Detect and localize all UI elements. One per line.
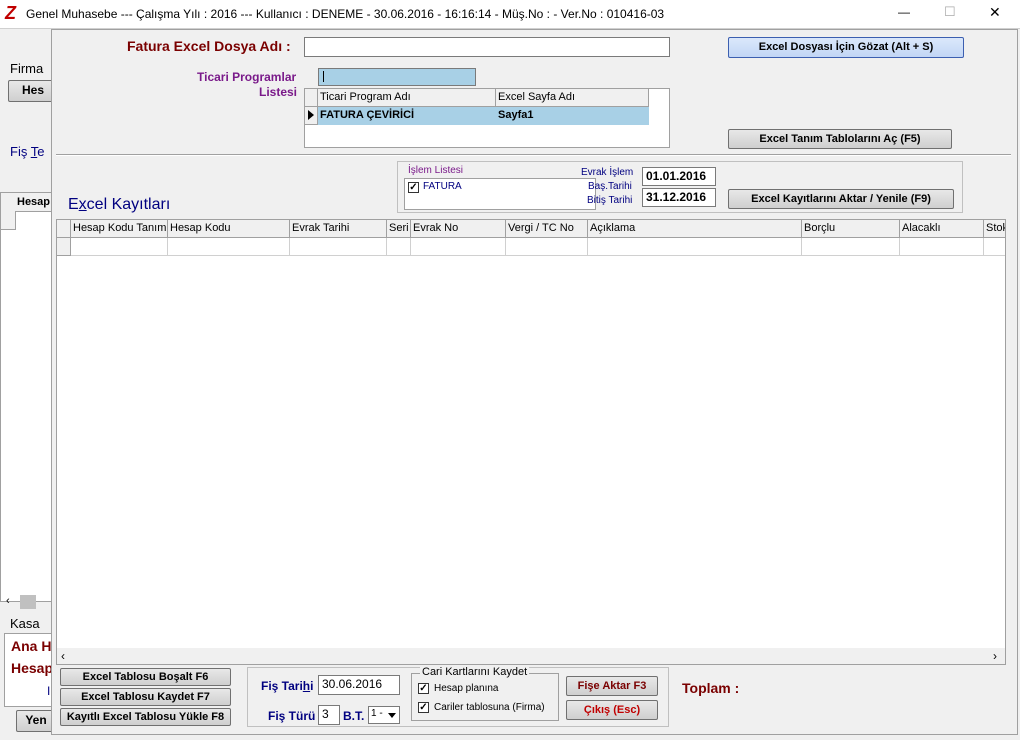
records-col-header[interactable]: Evrak Tarihi bbox=[290, 220, 387, 238]
kayitlar-title: Excel Kayıtları bbox=[68, 196, 171, 213]
yeni-button[interactable]: Yen bbox=[16, 710, 56, 732]
records-col-header[interactable]: Vergi / TC No bbox=[506, 220, 588, 238]
chevron-down-icon bbox=[388, 713, 396, 718]
hesap-col-header: Hesap bbox=[17, 196, 51, 208]
records-col-header[interactable]: Seri bbox=[387, 220, 411, 238]
programs-label-1: Ticari Programlar bbox=[197, 70, 297, 84]
bitis-label: Bitiş Tarihi bbox=[587, 195, 633, 206]
bas-tarihi-input[interactable]: 01.01.2016 bbox=[642, 167, 716, 186]
evrak-label-1: Evrak İşlem bbox=[581, 167, 634, 178]
table-row[interactable] bbox=[71, 238, 1005, 256]
minimize-icon[interactable]: — bbox=[898, 5, 910, 19]
sheet-name-cell: Sayfa1 bbox=[498, 109, 534, 121]
scroll-right-icon[interactable]: › bbox=[993, 649, 997, 663]
programs-col-header[interactable]: Excel Sayfa Adı bbox=[496, 89, 649, 107]
fatura-checkbox[interactable]: ✓ bbox=[408, 182, 419, 193]
islem-title: İşlem Listesi bbox=[408, 165, 464, 176]
row-pointer-icon bbox=[308, 110, 314, 120]
file-input[interactable] bbox=[304, 37, 670, 57]
islem-group: İşlem Listesi ✓ FATURA Evrak İşlem Baş.T… bbox=[397, 161, 963, 213]
file-label: Fatura Excel Dosya Adı : bbox=[127, 38, 291, 54]
fatura-label: FATURA bbox=[423, 181, 462, 192]
app-logo-icon: Z bbox=[5, 3, 16, 23]
program-name-cell: FATURA ÇEVİRİCİ bbox=[320, 109, 415, 121]
cikis-button[interactable]: Çıkış (Esc) bbox=[566, 700, 658, 720]
ana-label: Ana H bbox=[11, 638, 52, 654]
fis-label: Fiş Te bbox=[10, 144, 45, 159]
bt-select[interactable]: 1 - bbox=[368, 706, 400, 724]
scroll-left-icon[interactable]: ‹ bbox=[61, 649, 65, 663]
browse-button[interactable]: Excel Dosyası İçin Gözat (Alt + S) bbox=[728, 37, 964, 58]
scroll-thumb[interactable] bbox=[20, 595, 36, 609]
text-cursor-icon bbox=[323, 71, 324, 82]
records-col-header[interactable]: Hesap Kodu bbox=[168, 220, 290, 238]
fis-tarihi-input[interactable]: 30.06.2016 bbox=[318, 675, 400, 695]
records-col-header[interactable]: Borçlu bbox=[802, 220, 900, 238]
background-form: Firma Hes Fiş Te Hesap ‹ Kasa Ana H Hesa… bbox=[0, 29, 58, 740]
title-bar: Z Genel Muhasebe --- Çalışma Yılı : 2016… bbox=[0, 0, 1020, 29]
kaydet-button[interactable]: Excel Tablosu Kaydet F7 bbox=[60, 688, 231, 706]
horizontal-scrollbar[interactable]: ‹ › bbox=[57, 648, 1005, 664]
background-grid: Hesap bbox=[0, 192, 53, 602]
fis-turu-label: Fiş Türü bbox=[268, 709, 316, 723]
programs-label-2: Listesi bbox=[259, 85, 298, 99]
background-panel: Ana H Hesap I bbox=[4, 633, 54, 707]
records-col-header[interactable]: Hesap Kodu Tanımı bbox=[71, 220, 168, 238]
close-icon[interactable]: ✕ bbox=[989, 4, 1001, 21]
records-col-header[interactable]: Evrak No bbox=[411, 220, 506, 238]
toplam-label: Toplam : bbox=[682, 680, 740, 696]
row-indicator bbox=[305, 107, 318, 125]
kasa-label: Kasa bbox=[10, 616, 40, 631]
fis-group: Fiş Tarihi 30.06.2016 Fiş Türü 3 B.T. 1 … bbox=[247, 666, 669, 727]
programs-grid: Ticari Program Adı Excel Sayfa Adı FATUR… bbox=[304, 88, 670, 148]
aktar-button[interactable]: Excel Kayıtlarını Aktar / Yenile (F9) bbox=[728, 189, 954, 209]
evrak-label-2: Baş.Tarihi bbox=[588, 181, 632, 192]
islem-list: ✓ FATURA bbox=[404, 178, 596, 210]
row-indicator bbox=[57, 238, 71, 256]
bitis-tarihi-input[interactable]: 31.12.2016 bbox=[642, 188, 716, 207]
cariler-label: Cariler tablosuna (Firma) bbox=[434, 702, 545, 713]
records-col-header[interactable]: Stok bbox=[984, 220, 1005, 238]
records-grid: Hesap Kodu Tanımı Hesap Kodu Evrak Tarih… bbox=[56, 219, 1006, 665]
bosalt-button[interactable]: Excel Tablosu Boşalt F6 bbox=[60, 668, 231, 686]
fis-turu-input[interactable]: 3 bbox=[318, 705, 340, 725]
fise-aktar-button[interactable]: Fişe Aktar F3 bbox=[566, 676, 658, 696]
excel-import-dialog: Fatura Excel Dosya Adı : Excel Dosyası İ… bbox=[51, 29, 1018, 735]
records-col-header[interactable]: Açıklama bbox=[588, 220, 802, 238]
programs-col-header[interactable]: Ticari Program Adı bbox=[318, 89, 496, 107]
cari-group-title: Cari Kartlarını Kaydet bbox=[420, 666, 530, 678]
i-label: I bbox=[47, 684, 51, 698]
divider bbox=[56, 154, 1011, 156]
scroll-left-icon[interactable]: ‹ bbox=[6, 595, 10, 607]
yukle-button[interactable]: Kayıtlı Excel Tablosu Yükle F8 bbox=[60, 708, 231, 726]
cariler-checkbox[interactable]: ✓ bbox=[418, 702, 429, 713]
records-col-header[interactable]: Alacaklı bbox=[900, 220, 984, 238]
programs-search-input[interactable] bbox=[318, 68, 476, 86]
hesap-label: Hesap bbox=[11, 660, 54, 676]
maximize-icon[interactable]: ☐ bbox=[944, 4, 956, 20]
tanim-button[interactable]: Excel Tanım Tablolarını Aç (F5) bbox=[728, 129, 952, 149]
hesap-plani-label: Hesap planına bbox=[434, 683, 499, 694]
hesap-plani-checkbox[interactable]: ✓ bbox=[418, 683, 429, 694]
fis-tarihi-label: Fiş Tarihi bbox=[261, 679, 314, 693]
bt-label: B.T. bbox=[343, 709, 365, 723]
cari-group: Cari Kartlarını Kaydet ✓ Hesap planına ✓… bbox=[411, 666, 559, 721]
firma-label: Firma bbox=[10, 61, 44, 76]
table-row[interactable]: FATURA ÇEVİRİCİ Sayfa1 bbox=[318, 107, 649, 125]
window-title: Genel Muhasebe --- Çalışma Yılı : 2016 -… bbox=[26, 7, 665, 21]
